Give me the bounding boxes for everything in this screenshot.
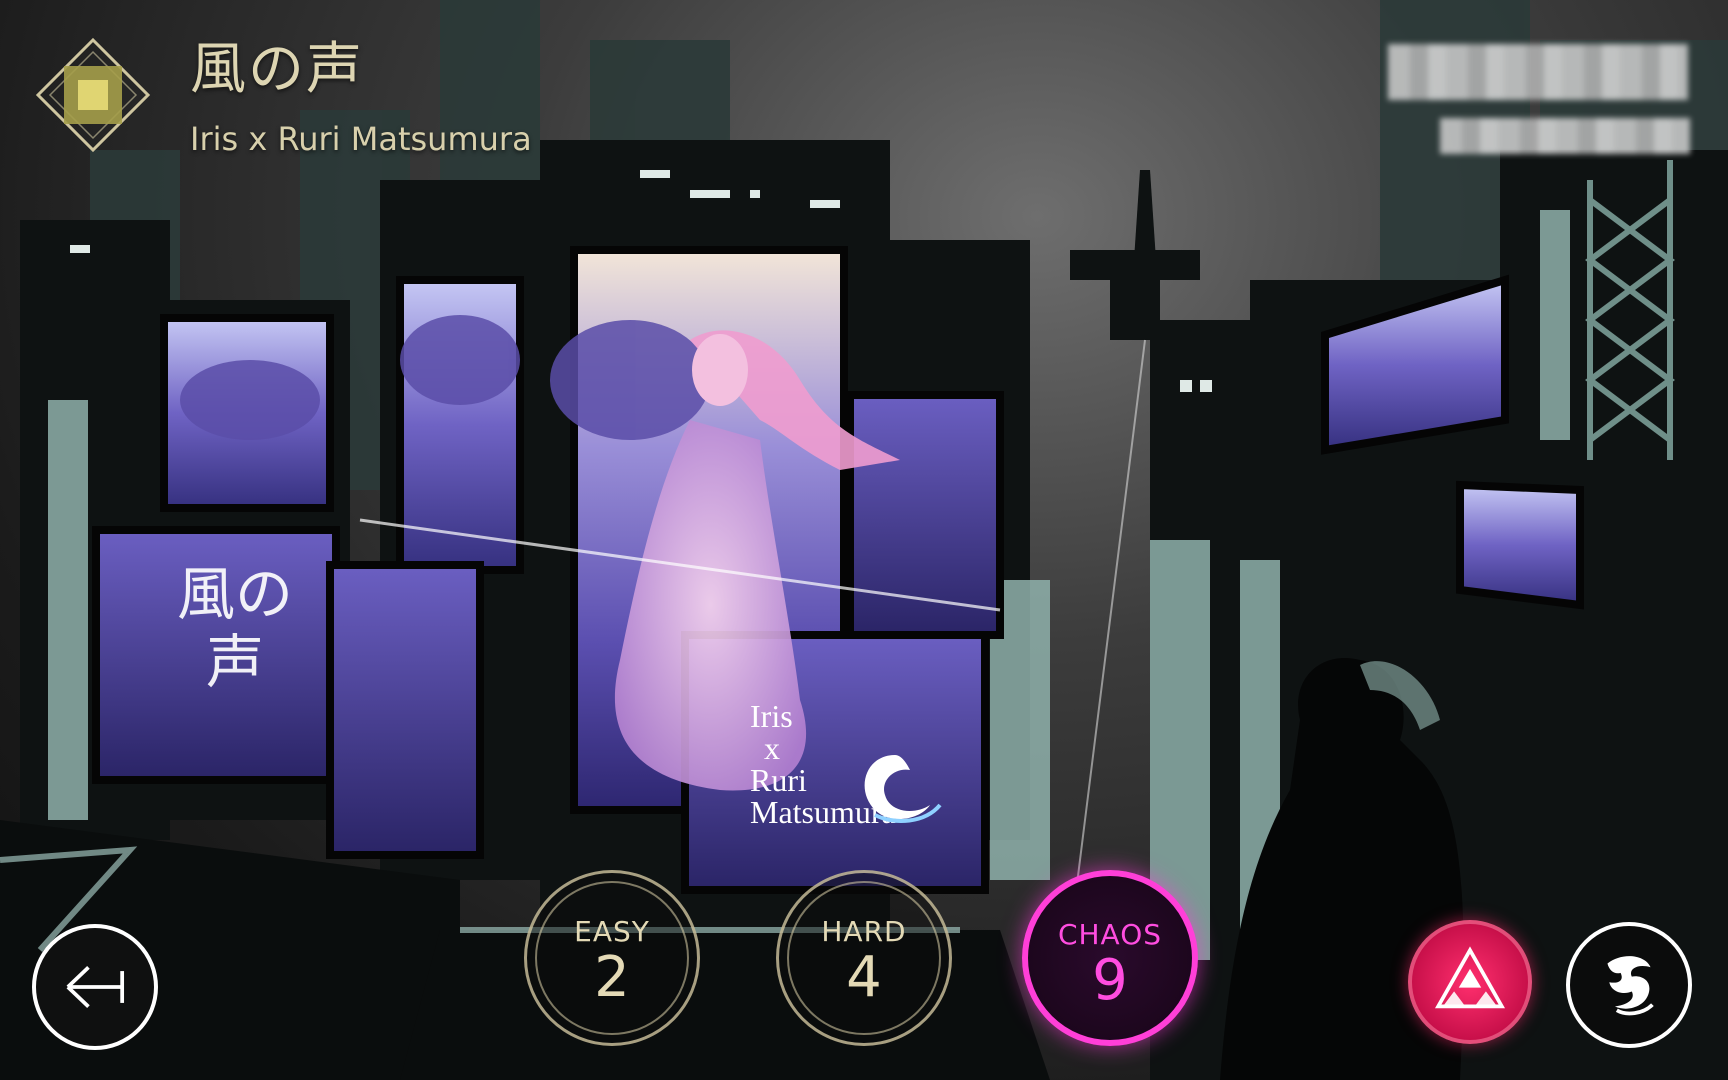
song-artist: Iris x Ruri Matsumura xyxy=(190,120,532,158)
back-button[interactable] xyxy=(32,924,158,1050)
cover-title-text: 風の声 xyxy=(176,560,293,696)
triforce-icon xyxy=(1434,946,1506,1009)
difficulty-hard-button[interactable]: HARD 4 xyxy=(776,870,952,1046)
difficulty-chaos-button[interactable]: CHAOS 9 xyxy=(1022,870,1198,1046)
wave-logo-icon xyxy=(864,755,942,823)
difficulty-level: 2 xyxy=(594,945,630,1010)
difficulty-label: EASY xyxy=(574,915,650,948)
song-difficulty-badge-icon xyxy=(35,37,151,153)
song-select-screen: 風の声 Iris x Ruri Matsumura 風の声 Iris x Rur… xyxy=(0,0,1728,1080)
cover-credit-line: Iris xyxy=(750,698,793,734)
back-arrow-icon xyxy=(66,965,125,1009)
difficulty-label: CHAOS xyxy=(1057,918,1163,951)
mode-select-button[interactable] xyxy=(1408,920,1532,1044)
character-emblem-icon xyxy=(1607,956,1654,1016)
difficulty-label: HARD xyxy=(821,915,907,948)
difficulty-level: 4 xyxy=(846,945,882,1010)
difficulty-level: 9 xyxy=(1092,948,1128,1013)
song-title: 風の声 xyxy=(190,37,364,102)
difficulty-easy-button[interactable]: EASY 2 xyxy=(524,870,700,1046)
character-select-button[interactable] xyxy=(1566,922,1692,1048)
